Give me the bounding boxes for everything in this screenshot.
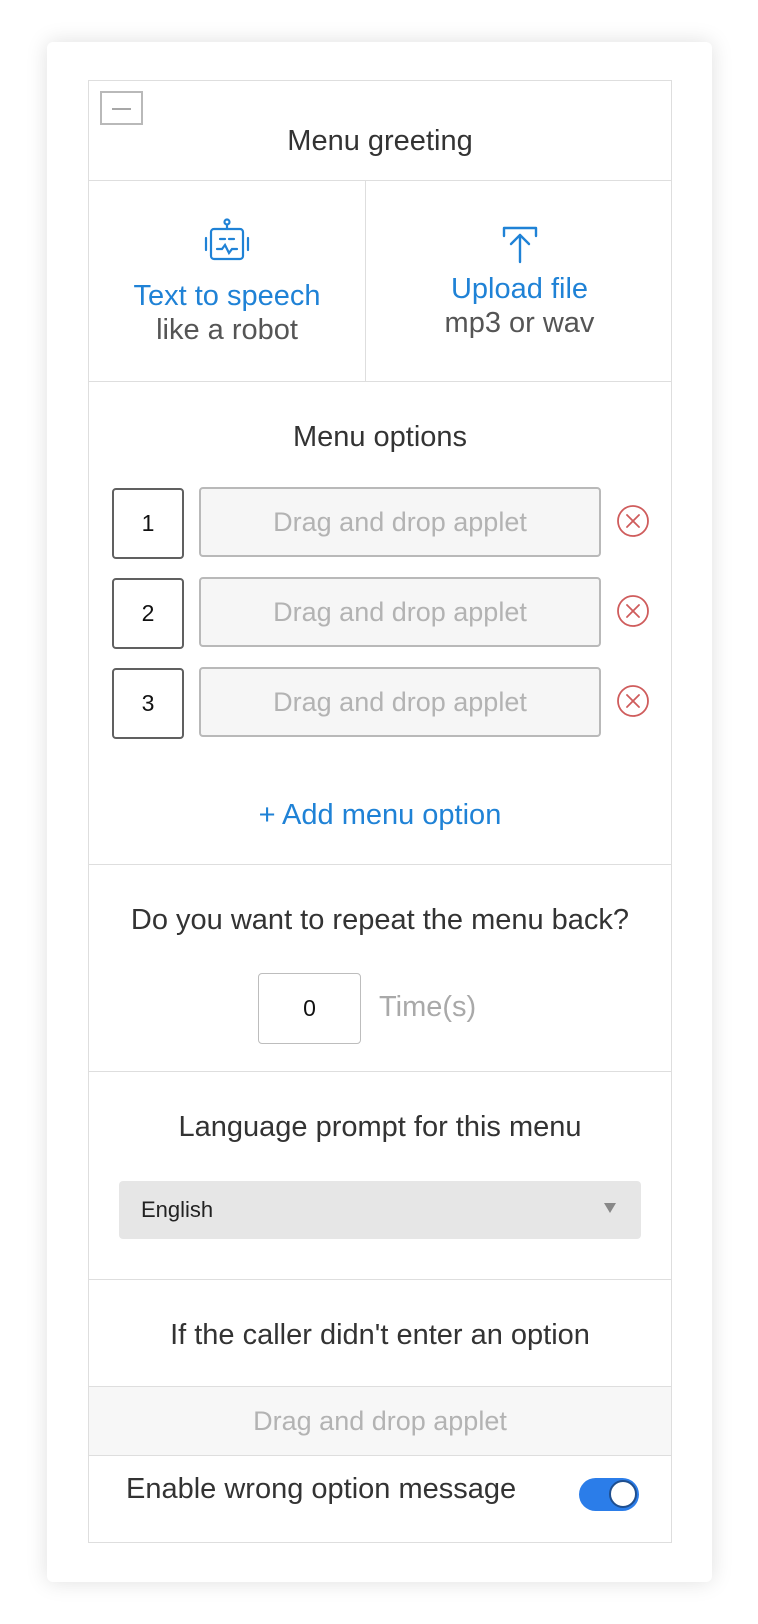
option-applet-dropzone[interactable]: Drag and drop applet (199, 577, 601, 647)
dropdown-arrow-icon (604, 1203, 616, 1213)
language-title: Language prompt for this menu (178, 1111, 582, 1143)
repeat-question: Do you want to repeat the menu back? (130, 904, 630, 936)
menu-options-title: Menu options (292, 421, 468, 453)
wrong-option-toggle[interactable] (579, 1478, 639, 1511)
upload-title: Upload file (450, 273, 589, 305)
upload-file-option[interactable]: Upload file mp3 or wav (366, 180, 673, 388)
divider (89, 1279, 671, 1280)
option-number-input[interactable]: 1 (112, 488, 184, 559)
repeat-count-input[interactable]: 0 (258, 973, 361, 1044)
language-select[interactable]: English (119, 1181, 641, 1239)
option-applet-dropzone[interactable]: Drag and drop applet (199, 667, 601, 737)
tts-title: Text to speech (133, 280, 321, 312)
repeat-unit-label: Time(s) (379, 991, 477, 1023)
divider (89, 1071, 671, 1072)
upload-subtitle: mp3 or wav (444, 307, 595, 339)
text-to-speech-option[interactable]: Text to speech like a robot (89, 180, 365, 388)
wrong-option-label: Enable wrong option message (126, 1473, 517, 1505)
upload-icon (502, 226, 537, 264)
language-selected-value: English (141, 1197, 214, 1222)
option-number-input[interactable]: 2 (112, 578, 184, 649)
remove-option-icon[interactable] (616, 684, 650, 718)
divider (89, 864, 671, 865)
divider (89, 1455, 671, 1456)
divider (89, 381, 671, 382)
applet-card: Menu greeting Text to speech like a robo… (47, 42, 712, 1582)
option-applet-dropzone[interactable]: Drag and drop applet (199, 487, 601, 557)
remove-option-icon[interactable] (616, 504, 650, 538)
collapse-button[interactable] (100, 91, 143, 125)
no-input-applet-dropzone[interactable]: Drag and drop applet (89, 1387, 671, 1455)
tts-subtitle: like a robot (156, 314, 298, 346)
menu-panel: Menu greeting Text to speech like a robo… (88, 80, 672, 1543)
remove-option-icon[interactable] (616, 594, 650, 628)
add-menu-option-link[interactable]: + Add menu option (89, 799, 671, 832)
greeting-title: Menu greeting (287, 125, 473, 157)
no-input-title: If the caller didn't enter an option (170, 1319, 590, 1351)
robot-icon (204, 218, 250, 261)
option-number-input[interactable]: 3 (112, 668, 184, 739)
toggle-knob (609, 1480, 637, 1508)
